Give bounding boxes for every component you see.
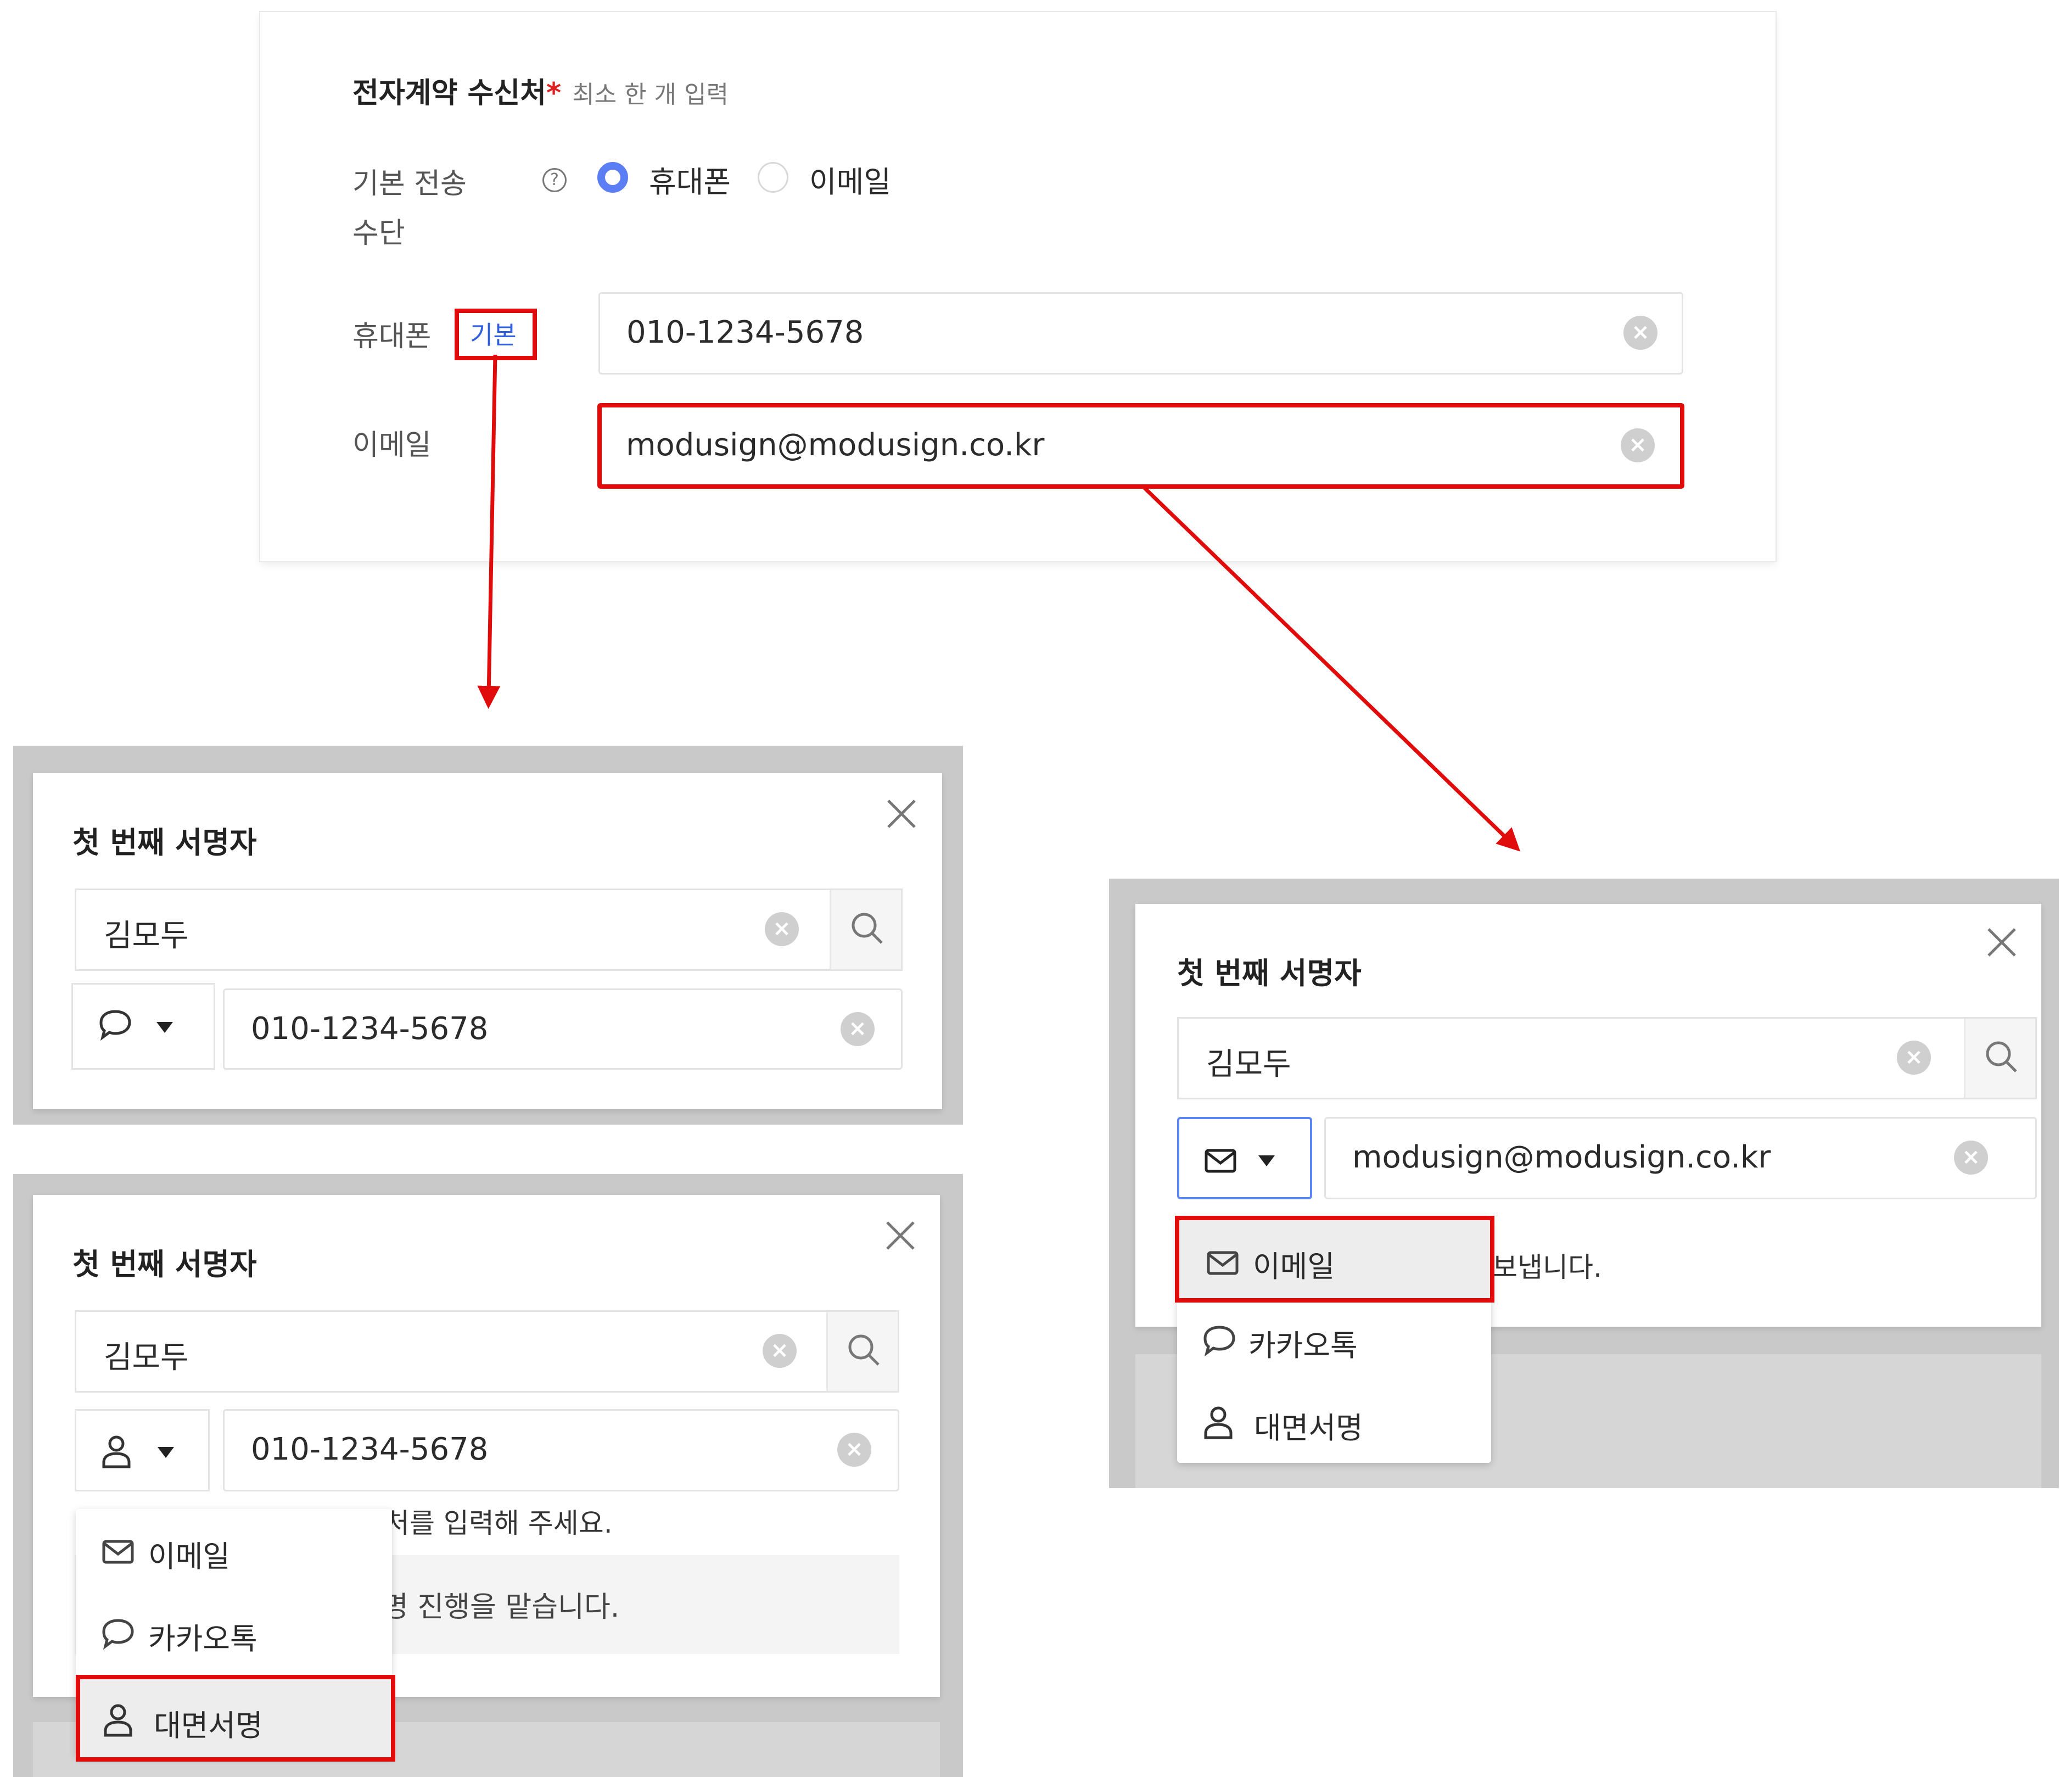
- search-icon: [852, 913, 883, 944]
- menu-item-label: 카카오톡: [1248, 1328, 1358, 1363]
- chevron-down-icon: [156, 1022, 173, 1033]
- chevron-down-icon: [158, 1447, 174, 1458]
- close-icon[interactable]: [1985, 926, 2018, 959]
- menu-item-email[interactable]: 이메일: [1175, 1216, 1494, 1303]
- method-dropdown[interactable]: [1177, 1117, 1312, 1199]
- clear-icon[interactable]: ×: [1897, 1041, 1931, 1075]
- mail-icon: [1205, 1149, 1236, 1173]
- clear-icon[interactable]: ×: [765, 912, 799, 946]
- clear-icon[interactable]: ×: [837, 1433, 871, 1467]
- info-text: 명 진행을 맡습니다.: [382, 1591, 620, 1624]
- contact-input[interactable]: modusign@modusign.co.kr ×: [1324, 1117, 2037, 1199]
- menu-item-inperson[interactable]: 대면서명: [1177, 1381, 1491, 1463]
- chat-icon: [99, 1010, 131, 1041]
- search-button[interactable]: [1964, 1019, 2035, 1098]
- search-icon: [848, 1334, 880, 1366]
- name-search-input[interactable]: 김모두 ×: [75, 888, 903, 971]
- contact-input-value: 010-1234-5678: [251, 1011, 489, 1047]
- menu-item-label: 대면서명: [154, 1708, 263, 1743]
- signer-dialog-kakao: 첫 번째 서명자 김모두 × 010-1234-5678 ×: [33, 773, 942, 1109]
- method-dropdown[interactable]: [75, 1409, 210, 1491]
- search-button[interactable]: [826, 1312, 898, 1391]
- chevron-down-icon: [1258, 1155, 1275, 1166]
- name-search-input[interactable]: 김모두 ×: [75, 1310, 899, 1393]
- name-input-value: 김모두: [104, 1340, 189, 1376]
- hint-text: 보냅니다.: [1492, 1251, 1602, 1283]
- hint-text: 처를 입력해 주세요.: [384, 1507, 613, 1539]
- contact-input-value: 010-1234-5678: [251, 1432, 489, 1467]
- menu-item-kakao[interactable]: 카카오톡: [76, 1591, 392, 1674]
- dialog-title: 첫 번째 서명자: [72, 825, 257, 860]
- clear-icon[interactable]: ×: [841, 1012, 875, 1046]
- person-icon: [102, 1435, 131, 1468]
- mail-icon: [102, 1540, 134, 1564]
- person-icon: [1204, 1406, 1233, 1439]
- name-search-input[interactable]: 김모두 ×: [1177, 1017, 2037, 1099]
- menu-item-label: 카카오톡: [148, 1622, 257, 1656]
- name-input-value: 김모두: [1206, 1047, 1291, 1082]
- chat-icon: [102, 1619, 134, 1650]
- clear-icon[interactable]: ×: [763, 1334, 797, 1368]
- close-icon[interactable]: [885, 797, 918, 830]
- chat-icon: [1203, 1326, 1235, 1356]
- method-dropdown[interactable]: [71, 983, 215, 1070]
- menu-item-kakao[interactable]: 카카오톡: [1177, 1298, 1491, 1381]
- contact-input-value: modusign@modusign.co.kr: [1352, 1139, 1771, 1175]
- dialog-title: 첫 번째 서명자: [72, 1247, 257, 1282]
- method-menu: 이메일 카카오톡 대면서명: [1175, 1216, 1494, 1463]
- menu-item-label: 대면서명: [1254, 1411, 1363, 1445]
- person-icon: [104, 1704, 132, 1737]
- search-icon: [1986, 1041, 2017, 1072]
- menu-item-email[interactable]: 이메일: [76, 1509, 392, 1591]
- dialog-title: 첫 번째 서명자: [1177, 956, 1362, 991]
- contact-input[interactable]: 010-1234-5678 ×: [223, 1409, 899, 1491]
- clear-icon[interactable]: ×: [1954, 1141, 1988, 1175]
- name-input-value: 김모두: [104, 918, 189, 954]
- search-button[interactable]: [830, 890, 901, 969]
- close-icon[interactable]: [884, 1219, 917, 1252]
- arrow-to-email-dialog: [1141, 485, 1521, 852]
- mail-icon: [1207, 1251, 1239, 1275]
- menu-item-label: 이메일: [148, 1539, 231, 1574]
- menu-item-inperson[interactable]: 대면서명: [76, 1675, 395, 1762]
- arrow-to-kakao-dialog: [477, 354, 501, 709]
- contact-input[interactable]: 010-1234-5678 ×: [223, 988, 903, 1070]
- menu-item-label: 이메일: [1253, 1249, 1335, 1284]
- method-menu: 이메일 카카오톡 대면서명: [76, 1509, 395, 1762]
